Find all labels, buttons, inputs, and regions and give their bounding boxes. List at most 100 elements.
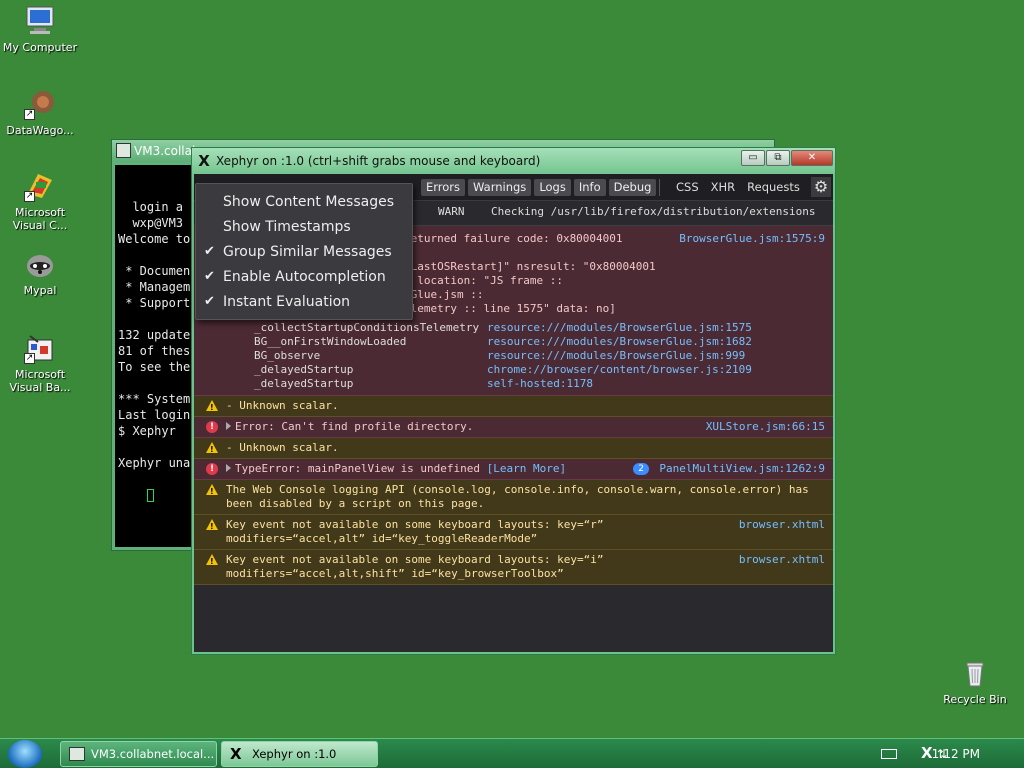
desktop-icon-label: Microsoft — [14, 206, 66, 219]
taskbar-item-xephyr[interactable]: X Xephyr on :1.0 [ctrl+... — [221, 741, 378, 767]
message-text-continued: modifiers=“accel,alt,shift” id=“key_brow… — [226, 567, 564, 580]
terminal-cursor — [146, 489, 154, 502]
warning-message: - Unknown scalar. — [194, 438, 833, 459]
menu-item-label: Show Timestamps — [223, 219, 351, 235]
log-text: Checking /usr/lib/firefox/distribution/e… — [491, 205, 816, 218]
menu-item-instant-evaluation[interactable]: ✔ Instant Evaluation — [196, 290, 412, 315]
shortcut-arrow-icon: ↗ — [24, 353, 35, 364]
stack-frame: _collectStartupConditionsTelemetry resour… — [254, 321, 752, 335]
task-label: Xephyr on :1.0 [ctrl+... — [252, 747, 337, 761]
stack-source-link[interactable]: resource:///modules/BrowserGlue.jsm:999 — [487, 349, 745, 363]
desktop-icon-label: Microsoft — [14, 368, 66, 381]
warning-icon — [206, 484, 218, 499]
error-line: eLastOSRestart]" nsresult: "0x80004001 — [404, 260, 656, 273]
menu-item-label: Enable Autocompletion — [223, 269, 386, 285]
error-line: elemetry :: line 1575" data: no] — [404, 302, 616, 315]
taskbar-item-terminal[interactable]: VM3.collabnet.local... — [60, 741, 217, 767]
maximize-button[interactable]: ⧉ — [766, 150, 790, 166]
desktop-icon-datawagon[interactable]: ↗ DataWago... — [0, 88, 80, 137]
stack-function: _delayedStartup — [254, 377, 354, 390]
computer-icon — [24, 5, 56, 37]
filter-warnings-button[interactable]: Warnings — [468, 179, 532, 196]
shortcut-arrow-icon: ↗ — [24, 191, 35, 202]
close-button[interactable]: ✕ — [791, 150, 833, 166]
error-source-link[interactable]: BrowserGlue.jsm:1575:9 — [679, 232, 825, 246]
learn-more-link[interactable]: [Learn More] — [487, 462, 566, 475]
repeat-count-badge: 2 — [633, 463, 649, 475]
stack-source-link[interactable]: resource:///modules/BrowserGlue.jsm:1575 — [487, 321, 752, 335]
filter-errors-button[interactable]: Errors — [421, 179, 466, 196]
gear-icon[interactable]: ⚙ — [811, 177, 831, 197]
warning-icon — [206, 519, 218, 534]
menu-item-group-similar-messages[interactable]: ✔ Group Similar Messages — [196, 240, 412, 265]
error-message: ! Error: Can't find profile directory. XUL… — [194, 417, 833, 438]
desktop-icon-recycle-bin[interactable]: Recycle Bin — [935, 657, 1015, 706]
stack-function: BG__onFirstWindowLoaded — [254, 335, 407, 348]
desktop-icon-label: Recycle Bin — [943, 693, 1007, 706]
start-button[interactable] — [8, 740, 42, 768]
visual-basic-icon: ↗ — [24, 332, 56, 364]
taskbar: VM3.collabnet.local... X Xephyr on :1.0 … — [0, 738, 1024, 768]
filter-xhr-button[interactable]: XHR — [711, 179, 736, 196]
minimize-button[interactable]: ▭ — [741, 150, 765, 166]
stack-function: _delayedStartup — [254, 363, 354, 376]
taskbar-clock: 1:12 PM — [931, 747, 980, 761]
checkmark-icon: ✔ — [204, 294, 215, 309]
keyboard-icon[interactable] — [881, 749, 897, 759]
filter-css-button[interactable]: CSS — [676, 179, 699, 196]
datawagon-icon: ↗ — [24, 88, 56, 120]
menu-item-show-timestamps[interactable]: Show Timestamps — [196, 215, 412, 240]
message-source-link[interactable]: XULStore.jsm:66:15 — [706, 420, 825, 434]
error-icon: ! — [206, 463, 218, 475]
stack-frame: BG__onFirstWindowLoaded resource:///modul… — [254, 335, 752, 349]
desktop-icon-my-computer[interactable]: My Computer — [0, 5, 80, 54]
checkmark-icon: ✔ — [204, 244, 215, 259]
message-source-link[interactable]: PanelMultiView.jsm:1262:9 — [659, 462, 825, 476]
filter-requests-button[interactable]: Requests — [747, 179, 800, 196]
warning-icon — [206, 442, 218, 457]
menu-item-label: Group Similar Messages — [223, 244, 392, 260]
desktop-icon-mypal[interactable]: Mypal — [0, 248, 80, 297]
desktop-icon-visual-basic[interactable]: ↗ Microsoft Visual Ba... — [0, 332, 80, 394]
terminal-title: VM3.collab — [134, 144, 200, 158]
message-source-link[interactable]: browser.xhtml — [739, 553, 825, 567]
stack-source-link[interactable]: resource:///modules/BrowserGlue.jsm:1682 — [487, 335, 752, 349]
x-logo-icon: X — [198, 152, 210, 170]
raccoon-icon — [24, 248, 56, 280]
stack-function: _collectStartupConditionsTelemetry — [254, 321, 480, 334]
putty-icon — [116, 143, 131, 158]
desktop-icon-label: Visual Ba... — [9, 381, 71, 394]
menu-item-label: Instant Evaluation — [223, 294, 351, 310]
toolbar-separator — [659, 179, 660, 196]
desktop-icon-label: DataWago... — [6, 124, 74, 137]
warning-icon — [206, 400, 218, 415]
menu-item-label: Show Content Messages — [223, 194, 395, 210]
expand-arrow-icon[interactable] — [226, 422, 231, 430]
putty-icon — [69, 747, 85, 761]
desktop-icon-label: Visual C... — [12, 219, 68, 232]
message-text: Key event not available on some keyboard… — [226, 518, 604, 531]
desktop-icon-label: My Computer — [2, 41, 78, 54]
checkmark-icon: ✔ — [204, 269, 215, 284]
stack-frame: _delayedStartup chrome://browser/content/… — [254, 363, 752, 377]
message-source-link[interactable]: browser.xhtml — [739, 518, 825, 532]
expand-arrow-icon[interactable] — [226, 464, 231, 472]
error-icon: ! — [206, 421, 218, 433]
message-text: - Unknown scalar. — [226, 441, 339, 454]
menu-item-show-content-messages[interactable]: Show Content Messages — [196, 190, 412, 215]
message-text-continued: been disabled by a script on this page. — [226, 497, 485, 510]
menu-item-enable-autocompletion[interactable]: ✔ Enable Autocompletion — [196, 265, 412, 290]
recycle-bin-icon — [959, 657, 991, 689]
warning-message: Key event not available on some keyboard… — [194, 515, 833, 550]
stack-frame: _delayedStartup self-hosted:1178 — [254, 377, 752, 391]
filter-debug-button[interactable]: Debug — [608, 179, 657, 196]
filter-info-button[interactable]: Info — [573, 179, 606, 196]
filter-logs-button[interactable]: Logs — [534, 179, 571, 196]
desktop-icon-visual-c[interactable]: ↗ Microsoft Visual C... — [0, 170, 80, 232]
message-text: TypeError: mainPanelView is undefined — [235, 462, 481, 475]
system-tray: X ⇅ 1:12 PM — [879, 739, 1024, 768]
xephyr-titlebar[interactable]: X Xephyr on :1.0 (ctrl+shift grabs mouse… — [192, 148, 835, 174]
stack-source-link[interactable]: self-hosted:1178 — [487, 377, 593, 391]
warning-message: The Web Console logging API (console.log… — [194, 480, 833, 515]
stack-source-link[interactable]: chrome://browser/content/browser.js:2109 — [487, 363, 752, 377]
